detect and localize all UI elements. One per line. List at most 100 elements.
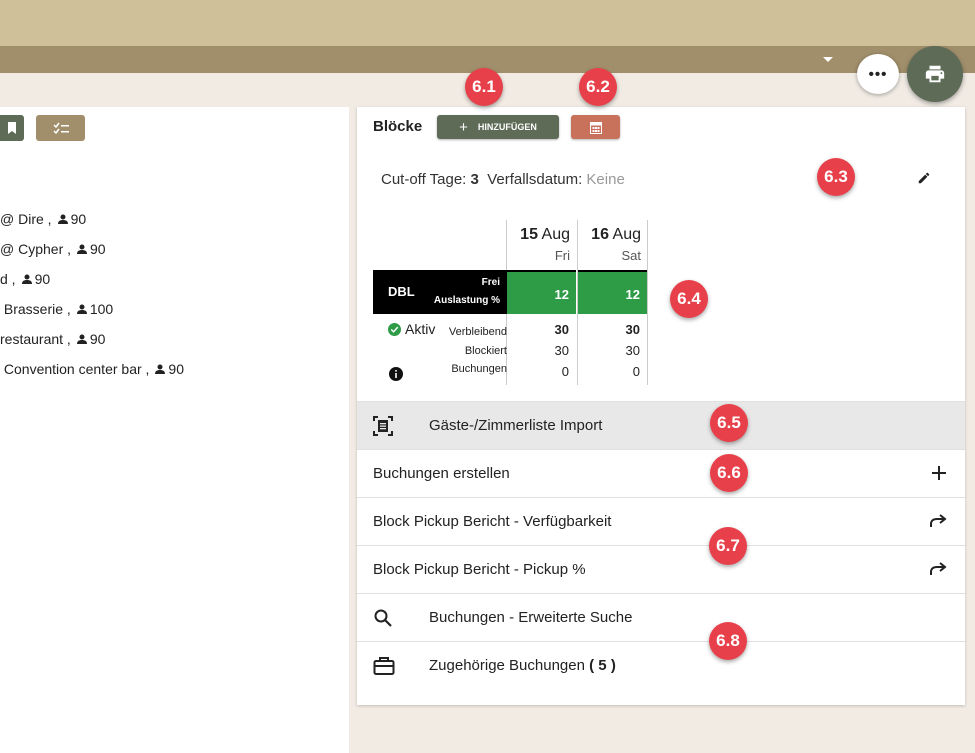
- date-header: 15 Aug Fri: [507, 226, 577, 263]
- block-grid: 15 Aug Fri 16 Aug Sat DBL Frei Auslastun…: [373, 220, 648, 385]
- list-item[interactable]: Convention center bar , 90: [0, 361, 184, 377]
- date-weekday: Fri: [554, 248, 570, 263]
- person-icon: [77, 244, 88, 254]
- add-button-label: HINZUFÜGEN: [477, 122, 537, 132]
- date-header: 16 Aug Sat: [578, 226, 648, 263]
- briefcase-icon: [373, 657, 395, 675]
- frei-label: Frei: [481, 277, 500, 288]
- related-bookings-row[interactable]: Zugehörige Buchungen ( 5 ): [357, 641, 965, 689]
- pencil-icon: [918, 172, 930, 184]
- edit-button[interactable]: [917, 171, 931, 190]
- list-item-count: 90: [90, 241, 106, 257]
- buchungen-value: 0: [561, 364, 569, 379]
- annotation-badge: 6.7: [709, 527, 747, 565]
- share-arrow-icon: [930, 562, 947, 575]
- list-item-label: restaurant ,: [0, 331, 71, 347]
- status-badge: Aktiv: [388, 321, 435, 337]
- top-bar: [0, 0, 975, 46]
- list-item-count: 90: [89, 331, 106, 347]
- status-label: Aktiv: [405, 321, 436, 337]
- create-bookings-label: Buchungen erstellen: [373, 465, 510, 482]
- room-type-row: DBL Frei Auslastung %: [373, 270, 507, 314]
- availability-cell[interactable]: 12: [578, 270, 647, 314]
- verbleibend-value: 30: [625, 322, 640, 337]
- share-arrow-icon: [930, 514, 947, 527]
- checklist-button[interactable]: [36, 115, 85, 141]
- left-panel: @ Dire , 90 @ Cypher , 90 d , 90 Brasser…: [0, 107, 349, 753]
- buchungen-value: 0: [632, 364, 640, 379]
- annotation-badge: 6.1: [465, 68, 503, 106]
- availability-cell[interactable]: 12: [507, 270, 576, 314]
- list-item[interactable]: @ Cypher , 90: [0, 241, 106, 257]
- add-block-button[interactable]: + HINZUFÜGEN: [437, 115, 559, 139]
- person-icon: [57, 214, 68, 224]
- related-bookings-count: ( 5 ): [589, 657, 616, 674]
- auslastung-label: Auslastung %: [433, 295, 500, 306]
- info-icon[interactable]: [389, 367, 403, 386]
- import-row[interactable]: Gäste-/Zimmerliste Import: [357, 401, 965, 449]
- related-bookings-label: Zugehörige Buchungen ( 5 ): [429, 657, 616, 674]
- advanced-search-row[interactable]: Buchungen - Erweiterte Suche: [357, 593, 965, 641]
- plus-icon: +: [459, 118, 468, 136]
- list-item[interactable]: restaurant , 90: [0, 331, 105, 347]
- room-type: DBL: [388, 284, 415, 299]
- more-button[interactable]: •••: [857, 54, 899, 94]
- filter-button[interactable]: [0, 115, 24, 141]
- related-bookings-text: Zugehörige Buchungen: [429, 657, 585, 674]
- blockiert-value: 30: [625, 343, 640, 358]
- list-item-count: 100: [89, 301, 114, 317]
- chevron-down-icon[interactable]: [823, 57, 833, 62]
- list-item-count: 90: [70, 211, 87, 227]
- import-label: Gäste-/Zimmerliste Import: [429, 417, 603, 434]
- report-availability-label: Block Pickup Bericht - Verfügbarkeit: [373, 513, 612, 530]
- more-icon: •••: [868, 65, 888, 83]
- buchungen-label: Buchungen: [451, 363, 507, 375]
- calendar-button[interactable]: [571, 115, 620, 139]
- blockiert-label: Blockiert: [464, 345, 507, 357]
- annotation-badge: 6.2: [579, 68, 617, 106]
- person-icon: [155, 364, 166, 374]
- annotation-badge: 6.8: [709, 622, 747, 660]
- bookmark-icon: [8, 122, 16, 134]
- expiry-value: Keine: [586, 171, 625, 188]
- expiry-label: Verfallsdatum:: [487, 171, 583, 188]
- list-item-label: @ Cypher ,: [0, 241, 72, 257]
- report-pickup-row[interactable]: Block Pickup Bericht - Pickup %: [357, 545, 965, 593]
- search-icon: [374, 609, 392, 627]
- cutoff-info: Cut-off Tage: 3 Verfallsdatum: Keine: [381, 171, 625, 188]
- person-icon: [21, 274, 32, 284]
- report-availability-row[interactable]: Block Pickup Bericht - Verfügbarkeit: [357, 497, 965, 545]
- annotation-badge: 6.4: [670, 280, 708, 318]
- advanced-search-label: Buchungen - Erweiterte Suche: [429, 609, 633, 626]
- date-month: Aug: [541, 226, 570, 243]
- print-button[interactable]: [907, 46, 963, 102]
- list-item-label: Brasserie ,: [0, 301, 71, 317]
- date-weekday: Sat: [621, 248, 641, 263]
- person-icon: [76, 304, 87, 314]
- list-item[interactable]: d , 90: [0, 271, 50, 287]
- blockiert-value: 30: [554, 343, 569, 358]
- list-item[interactable]: Brasserie , 100: [0, 301, 113, 317]
- document-scan-icon: [373, 416, 393, 436]
- date-month: Aug: [612, 226, 641, 243]
- create-bookings-row[interactable]: Buchungen erstellen: [357, 449, 965, 497]
- cutoff-label: Cut-off Tage:: [381, 171, 467, 188]
- list-item-count: 90: [168, 361, 184, 377]
- person-icon: [76, 334, 87, 344]
- cutoff-value: 3: [470, 171, 479, 188]
- list-item-label: Convention center bar ,: [0, 361, 150, 377]
- list-item[interactable]: @ Dire , 90: [0, 211, 86, 227]
- list-item-count: 90: [34, 271, 51, 287]
- annotation-badge: 6.6: [710, 454, 748, 492]
- date-day: 16: [591, 226, 609, 243]
- list-item-label: d ,: [0, 271, 16, 287]
- print-icon: [925, 65, 945, 83]
- panel-title: Blöcke: [373, 118, 423, 135]
- calendar-icon: [589, 121, 602, 134]
- verbleibend-value: 30: [554, 322, 569, 337]
- report-pickup-label: Block Pickup Bericht - Pickup %: [373, 561, 586, 578]
- blocks-panel: Blöcke + HINZUFÜGEN Cut-off Tage: 3 Verf…: [357, 107, 965, 705]
- annotation-badge: 6.5: [710, 404, 748, 442]
- annotation-badge: 6.3: [817, 158, 855, 196]
- verbleibend-label: Verbleibend: [448, 326, 507, 338]
